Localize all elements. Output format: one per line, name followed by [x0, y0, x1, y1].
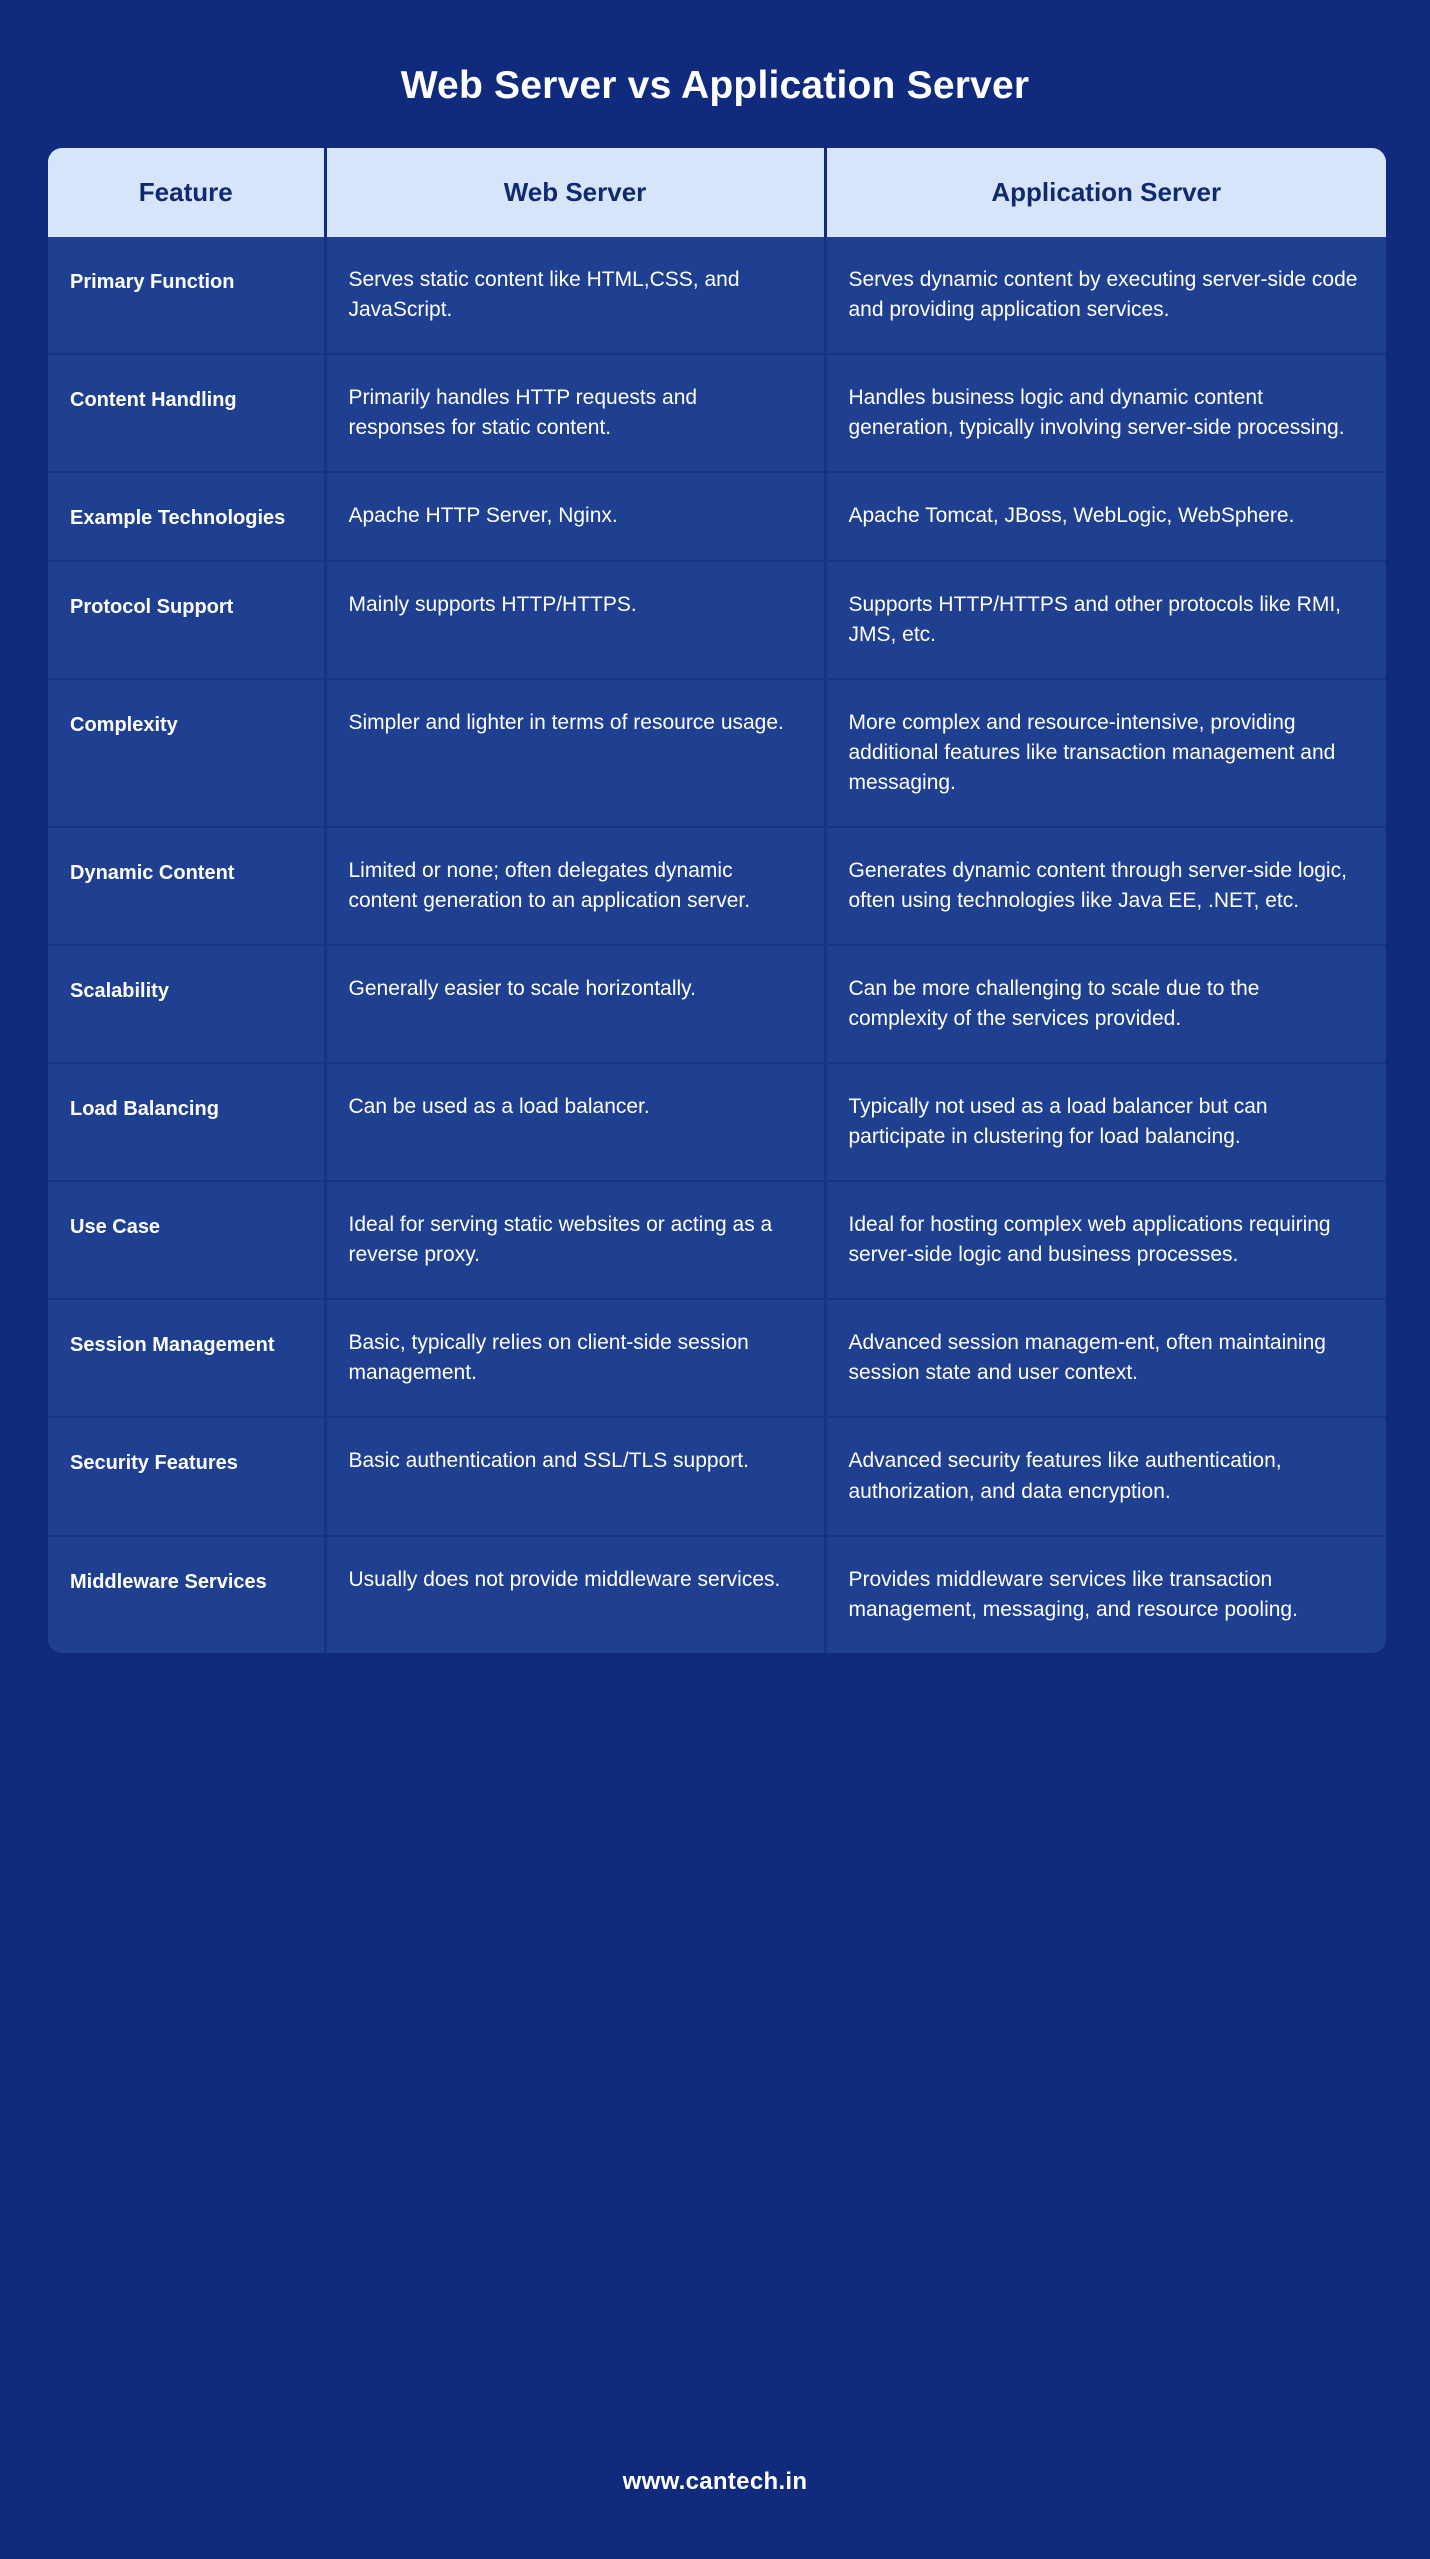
cell-feature: Session Management	[48, 1298, 327, 1418]
table-row: Load Balancing Can be used as a load bal…	[48, 1062, 1386, 1182]
cell-application-server: Provides middleware services like transa…	[825, 1534, 1386, 1653]
cell-application-server: More complex and resource-intensive, pro…	[825, 678, 1386, 828]
cell-application-server: Advanced session managem-ent, often main…	[825, 1298, 1386, 1418]
cell-feature: Primary Function	[48, 237, 327, 355]
table-row: Scalability Generally easier to scale ho…	[48, 944, 1386, 1064]
page-title: Web Server vs Application Server	[400, 64, 1030, 108]
cell-application-server: Can be more challenging to scale due to …	[825, 944, 1386, 1064]
cell-application-server: Advanced security features like authenti…	[825, 1416, 1386, 1536]
cell-feature: Use Case	[48, 1180, 327, 1300]
table-header: Feature Web Server Application Server	[48, 148, 1386, 237]
table-row: Use Case Ideal for serving static websit…	[48, 1180, 1386, 1300]
footer-website-url[interactable]: www.cantech.in	[0, 2468, 1430, 2496]
cell-application-server: Serves dynamic content by executing serv…	[825, 237, 1386, 355]
cell-feature: Complexity	[48, 678, 327, 828]
cell-application-server: Supports HTTP/HTTPS and other protocols …	[825, 560, 1386, 680]
cell-web-server: Basic authentication and SSL/TLS support…	[325, 1416, 827, 1536]
table-row: Middleware Services Usually does not pro…	[48, 1534, 1386, 1653]
cell-web-server: Mainly supports HTTP/HTTPS.	[325, 560, 827, 680]
cell-web-server: Limited or none; often delegates dynamic…	[325, 826, 827, 946]
table-row: Primary Function Serves static content l…	[48, 237, 1386, 355]
column-header-web-server: Web Server	[325, 148, 827, 237]
cell-web-server: Basic, typically relies on client-side s…	[325, 1298, 827, 1418]
cell-web-server: Apache HTTP Server, Nginx.	[325, 471, 827, 562]
cell-web-server: Ideal for serving static websites or act…	[325, 1180, 827, 1300]
column-header-feature: Feature	[48, 148, 327, 237]
cell-feature: Protocol Support	[48, 560, 327, 680]
cell-web-server: Can be used as a load balancer.	[325, 1062, 827, 1182]
comparison-table-container: Feature Web Server Application Server Pr…	[48, 148, 1386, 1653]
cell-application-server: Handles business logic and dynamic conte…	[825, 353, 1386, 473]
cell-web-server: Serves static content like HTML,CSS, and…	[325, 237, 827, 355]
table-row: Example Technologies Apache HTTP Server,…	[48, 471, 1386, 562]
table-row: Security Features Basic authentication a…	[48, 1416, 1386, 1536]
cell-web-server: Usually does not provide middleware serv…	[325, 1534, 827, 1653]
table-row: Content Handling Primarily handles HTTP …	[48, 353, 1386, 473]
table-row: Dynamic Content Limited or none; often d…	[48, 826, 1386, 946]
comparison-table: Feature Web Server Application Server Pr…	[48, 148, 1386, 1653]
column-header-application-server: Application Server	[825, 148, 1386, 237]
cell-application-server: Generates dynamic content through server…	[825, 826, 1386, 946]
table-body: Primary Function Serves static content l…	[48, 237, 1386, 1653]
cell-feature: Content Handling	[48, 353, 327, 473]
cell-feature: Scalability	[48, 944, 327, 1064]
cell-application-server: Ideal for hosting complex web applicatio…	[825, 1180, 1386, 1300]
cell-web-server: Primarily handles HTTP requests and resp…	[325, 353, 827, 473]
cell-application-server: Typically not used as a load balancer bu…	[825, 1062, 1386, 1182]
cell-feature: Middleware Services	[48, 1534, 327, 1653]
cell-application-server: Apache Tomcat, JBoss, WebLogic, WebSpher…	[825, 471, 1386, 562]
cell-feature: Load Balancing	[48, 1062, 327, 1182]
table-row: Session Management Basic, typically reli…	[48, 1298, 1386, 1418]
cell-feature: Security Features	[48, 1416, 327, 1536]
cell-feature: Dynamic Content	[48, 826, 327, 946]
table-row: Complexity Simpler and lighter in terms …	[48, 678, 1386, 828]
infographic-page: Web Server vs Application Server Feature…	[0, 0, 1430, 2559]
cell-web-server: Simpler and lighter in terms of resource…	[325, 678, 827, 828]
table-header-row: Feature Web Server Application Server	[48, 148, 1386, 237]
table-row: Protocol Support Mainly supports HTTP/HT…	[48, 560, 1386, 680]
cell-web-server: Generally easier to scale horizontally.	[325, 944, 827, 1064]
cell-feature: Example Technologies	[48, 471, 327, 562]
